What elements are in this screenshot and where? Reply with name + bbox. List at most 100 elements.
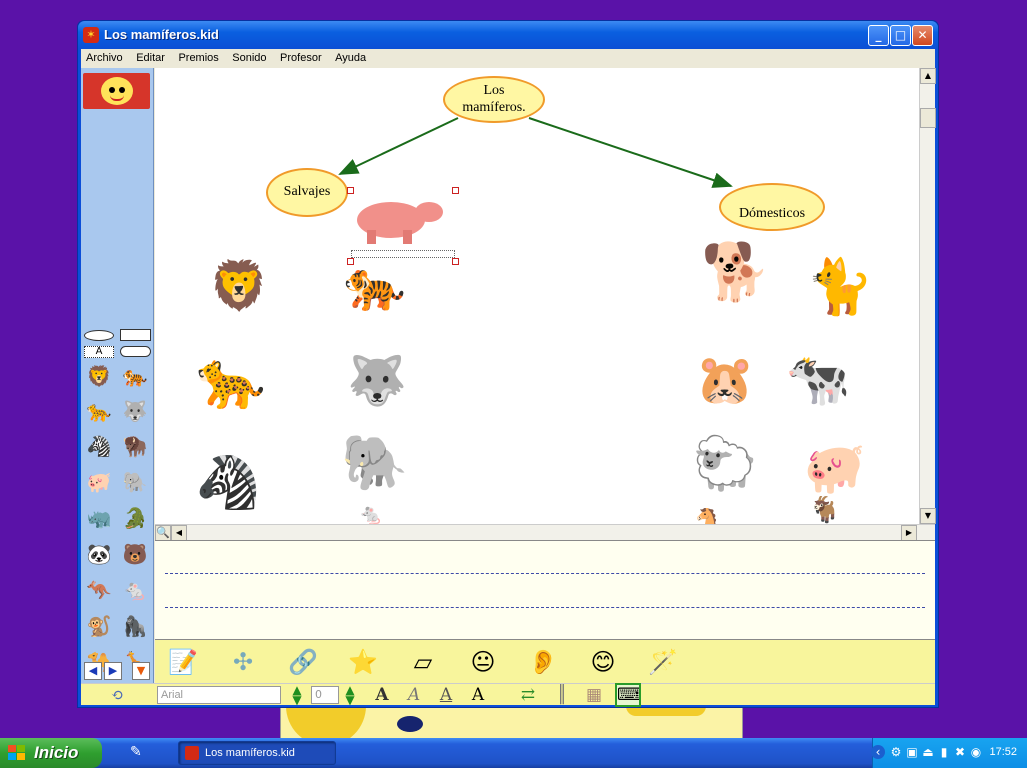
menu-archivo[interactable]: Archivo	[81, 49, 128, 68]
columns-icon[interactable]: ║	[551, 685, 573, 705]
security-alert-icon[interactable]: ✖	[953, 745, 967, 759]
underline-icon[interactable]: A	[435, 685, 457, 705]
elephant-image[interactable]: 🐘	[333, 428, 417, 498]
ellipse-tool[interactable]	[84, 330, 114, 341]
wolf-sticker[interactable]: 🐺	[118, 397, 152, 425]
keyboard-icon[interactable]: ⌨	[615, 683, 642, 707]
text-color-icon[interactable]: A	[467, 685, 489, 705]
safely-remove-icon[interactable]: ⏏	[921, 745, 935, 759]
scroll-thumb[interactable]	[920, 108, 936, 128]
kangaroo-sticker[interactable]: 🦘	[82, 576, 116, 604]
tiger-image[interactable]: 🐅	[327, 254, 423, 316]
lion-image[interactable]: 🦁	[199, 254, 279, 316]
salvajes-bubble[interactable]: Salvajes	[266, 168, 348, 217]
concept-map-canvas[interactable]: Los mamíferos. Salvajes Dómesticos 🦁 🐅 🐆…	[155, 68, 919, 524]
zebra-sticker[interactable]: 🦓	[82, 432, 116, 460]
title-bar[interactable]: ✶ Los mamíferos.kid _ □ ✕	[78, 21, 938, 49]
image-icon[interactable]: ▦	[583, 685, 605, 705]
refresh-icon[interactable]: ⟲	[99, 685, 135, 705]
swap-icon[interactable]: ⇄	[517, 685, 539, 705]
maximize-button[interactable]: □	[890, 25, 911, 46]
panda-sticker[interactable]: 🐼	[82, 540, 116, 568]
size-stepper-icon[interactable]: ▲ ▼	[339, 684, 361, 706]
horizontal-scrollbar[interactable]: 🔍 ◀ ▶	[155, 524, 935, 541]
pencil-paper-icon[interactable]: 📝	[161, 644, 205, 680]
crocodile-sticker[interactable]: 🐊	[118, 504, 152, 532]
zebra-image[interactable]: 🦓	[185, 450, 271, 514]
partial-goat-image[interactable]: 🐐	[801, 496, 849, 524]
notes-area[interactable]	[155, 540, 935, 640]
domesticos-bubble[interactable]: Dómesticos	[719, 183, 825, 231]
puma-sticker[interactable]: 🐆	[82, 397, 116, 425]
italic-icon[interactable]: A	[403, 685, 425, 705]
scroll-right-button[interactable]: ▶	[901, 525, 917, 541]
domesticos-bubble-label: Dómesticos	[738, 205, 806, 221]
mouse-sticker[interactable]: 🐁	[118, 576, 152, 604]
magic-wand-icon[interactable]: 🪄	[641, 644, 685, 680]
root-bubble[interactable]: Los mamíferos.	[443, 76, 545, 123]
palette-next-button[interactable]: ▶	[104, 662, 122, 680]
start-button[interactable]: Inicio	[0, 738, 102, 768]
tray-expand-icon[interactable]: ‹	[871, 745, 885, 759]
scroll-down-button[interactable]: ▼	[920, 508, 936, 524]
bison-sticker[interactable]: 🦬	[118, 432, 152, 460]
scroll-left-button[interactable]: ◀	[171, 525, 187, 541]
link-bubbles-icon[interactable]: 🔗	[281, 644, 325, 680]
gorilla-sticker[interactable]: 🦍	[118, 612, 152, 640]
menu-ayuda[interactable]: Ayuda	[330, 49, 371, 68]
cow-image[interactable]: 🐄	[777, 348, 859, 410]
puma-image[interactable]: 🐆	[191, 340, 271, 420]
wolf-image[interactable]: 🐺	[337, 350, 417, 410]
elephant-sticker[interactable]: 🐘	[118, 468, 152, 496]
hippo-image[interactable]	[351, 194, 443, 246]
menu-sonido[interactable]: Sonido	[227, 49, 271, 68]
menu-editar[interactable]: Editar	[131, 49, 170, 68]
text-tool[interactable]: A	[84, 346, 114, 358]
clock[interactable]: 17:52	[989, 746, 1017, 758]
network-icon[interactable]: ⚙	[889, 745, 903, 759]
rounded-rect-tool[interactable]	[120, 346, 151, 357]
monkey-sticker[interactable]: 🐒	[82, 612, 116, 640]
menu-premios[interactable]: Premios	[173, 49, 223, 68]
rhino-sticker[interactable]: 🦏	[82, 504, 116, 532]
tiger-sticker[interactable]: 🐅	[118, 362, 152, 390]
palette-down-button[interactable]: ▼	[132, 662, 150, 680]
partial-animal-image[interactable]: 🐁	[345, 504, 397, 524]
eraser-icon[interactable]: ▱	[401, 644, 445, 680]
font-size-field[interactable]: 0	[311, 686, 339, 704]
scroll-up-button[interactable]: ▲	[920, 68, 936, 84]
vertical-scrollbar[interactable]: ▲ ▼	[919, 68, 936, 524]
sheep-image[interactable]: 🐑	[683, 432, 767, 494]
quick-launch-icon[interactable]: ✎	[130, 744, 150, 762]
monitor-icon[interactable]: ▣	[905, 745, 919, 759]
zoom-icon[interactable]: 🔍	[155, 525, 171, 541]
rectangle-tool[interactable]	[120, 329, 151, 341]
palette-prev-button[interactable]: ◀	[84, 662, 102, 680]
pig-image[interactable]: 🐖	[795, 438, 875, 498]
hamster-image[interactable]: 🐹	[687, 342, 763, 416]
taskbar-window-button[interactable]: Los mamíferos.kid	[178, 741, 336, 765]
lion-sticker[interactable]: 🦁	[82, 362, 116, 390]
close-button[interactable]: ✕	[912, 25, 933, 46]
selection-handle[interactable]	[452, 258, 459, 265]
speaker-face-icon[interactable]: 😐	[461, 644, 505, 680]
selection-handle[interactable]	[452, 187, 459, 194]
dog-image[interactable]: 🐕	[695, 236, 777, 308]
font-name-field[interactable]: Arial	[157, 686, 281, 704]
cat-image[interactable]: 🐈	[805, 246, 875, 328]
stars-box-icon[interactable]: ⭐	[341, 644, 385, 680]
menu-profesor[interactable]: Profesor	[275, 49, 327, 68]
minimize-button[interactable]: _	[868, 25, 889, 46]
pig-sticker[interactable]: 🐖	[82, 468, 116, 496]
bold-icon[interactable]: A	[371, 685, 393, 705]
partial-horse-image[interactable]: 🐴	[687, 508, 727, 524]
app-icon[interactable]: ✶	[83, 27, 99, 43]
volume-icon[interactable]: ◉	[969, 745, 983, 759]
faces-icon[interactable]: 😊	[581, 644, 625, 680]
concept-map-icon[interactable]: ✣	[221, 644, 265, 680]
selection-handle[interactable]	[347, 187, 354, 194]
battery-icon[interactable]: ▮	[937, 745, 951, 759]
ear-icon[interactable]: 👂	[521, 644, 565, 680]
font-stepper-icon[interactable]: ▲ ▼	[286, 684, 308, 706]
bear-sticker[interactable]: 🐻	[118, 540, 152, 568]
